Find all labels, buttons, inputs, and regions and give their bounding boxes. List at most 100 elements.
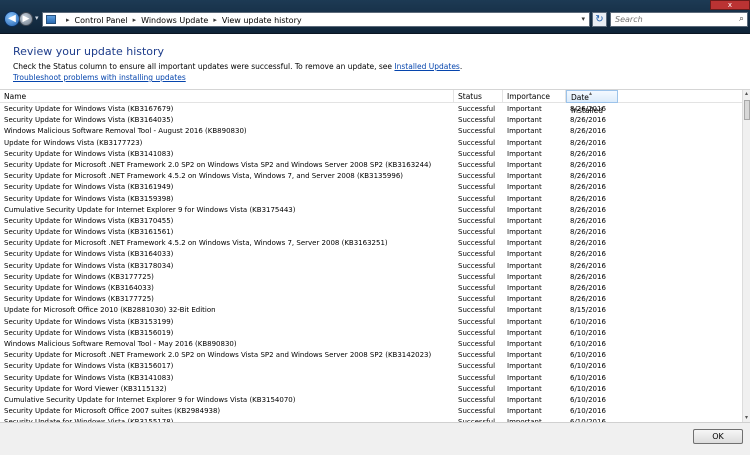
table-row[interactable]: Update for Microsoft Office 2010 (KB2881… [0,305,742,316]
address-bar[interactable]: ▸ Control Panel ▸ Windows Update ▸ View … [42,12,590,27]
table-row[interactable]: Security Update for Windows Vista (KB316… [0,115,742,126]
table-row[interactable]: Security Update for Microsoft .NET Frame… [0,238,742,249]
table-row[interactable]: Cumulative Security Update for Internet … [0,395,742,406]
breadcrumb-separator-icon[interactable]: ▸ [133,16,137,24]
table-row[interactable]: Security Update for Windows (KB3177725) S… [0,272,742,283]
column-header-importance[interactable]: Importance [503,90,566,103]
cell-status: Successful [458,250,496,259]
back-button[interactable]: ◀ [4,11,20,27]
breadcrumb-separator-icon[interactable]: ▸ [66,16,70,24]
cell-name: Security Update for Windows Vista (KB317… [4,261,174,270]
control-panel-icon [46,15,56,24]
table-row[interactable]: Security Update for Windows Vista (KB314… [0,149,742,160]
table-row[interactable]: Security Update for Windows Vista (KB316… [0,249,742,260]
search-icon[interactable]: ⌕ [739,14,744,24]
table-row[interactable]: Security Update for Windows Vista (KB317… [0,216,742,227]
table-row[interactable]: Security Update for Windows (KB3164033) S… [0,283,742,294]
table-row[interactable]: Security Update for Windows Vista (KB315… [0,328,742,339]
ok-button[interactable]: OK [693,429,743,444]
cell-status: Successful [458,216,496,225]
cell-importance: Important [507,116,542,125]
window-titlebar: x ◀ ▶ ▾ ▸ Control Panel ▸ Windows Update… [0,0,750,34]
column-header-date-installed[interactable]: Date Installed ▴ [566,90,618,115]
cell-importance: Important [507,138,542,147]
cell-date: 8/26/2016 [570,160,606,169]
close-window-button[interactable]: x [710,0,750,10]
page-description: Check the Status column to ensure all im… [13,62,462,71]
cell-importance: Important [507,216,542,225]
table-row[interactable]: Update for Windows Vista (KB3177723) Succ… [0,138,742,149]
cell-importance: Important [507,172,542,181]
cell-status: Successful [458,149,496,158]
cell-date: 8/26/2016 [570,149,606,158]
scroll-up-icon[interactable]: ▴ [743,90,750,99]
cell-date: 6/10/2016 [570,373,606,382]
table-row[interactable]: Security Update for Microsoft Office 200… [0,406,742,417]
cell-status: Successful [458,306,496,315]
scrollbar-thumb[interactable] [744,100,750,120]
search-box[interactable]: ⌕ [610,12,748,27]
refresh-icon: ↻ [595,14,604,25]
table-row[interactable]: Windows Malicious Software Removal Tool … [0,339,742,350]
search-input[interactable] [611,13,733,26]
table-row[interactable]: Windows Malicious Software Removal Tool … [0,126,742,137]
cell-name: Security Update for Word Viewer (KB31151… [4,384,167,393]
chevron-down-icon: ▾ [35,14,39,22]
table-row[interactable]: Security Update for Microsoft .NET Frame… [0,160,742,171]
cell-date: 8/26/2016 [570,239,606,248]
refresh-button[interactable]: ↻ [592,12,607,27]
cell-importance: Important [507,194,542,203]
vertical-scrollbar[interactable]: ▴ ▾ [742,90,750,422]
table-row[interactable]: Security Update for Windows Vista (KB317… [0,261,742,272]
recent-pages-dropdown[interactable]: ▾ [35,14,39,22]
table-row[interactable]: Security Update for Windows Vista (KB315… [0,194,742,205]
cell-date: 8/26/2016 [570,228,606,237]
cell-name: Security Update for Windows Vista (KB315… [4,317,174,326]
cell-status: Successful [458,351,496,360]
back-arrow-icon: ◀ [8,13,16,24]
cell-status: Successful [458,373,496,382]
cell-importance: Important [507,395,542,404]
breadcrumb-view-update-history[interactable]: View update history [222,16,302,25]
cell-date: 6/10/2016 [570,395,606,404]
cell-status: Successful [458,395,496,404]
cell-date: 8/26/2016 [570,261,606,270]
table-row[interactable]: Security Update for Windows (KB3177725) S… [0,294,742,305]
breadcrumb-separator-icon[interactable]: ▸ [213,16,217,24]
troubleshoot-link[interactable]: Troubleshoot problems with installing up… [13,73,186,82]
breadcrumb-windows-update[interactable]: Windows Update [141,16,208,25]
table-row[interactable]: Security Update for Windows Vista (KB315… [0,361,742,372]
cell-date: 8/26/2016 [570,205,606,214]
table-row[interactable]: Security Update for Windows Vista (KB316… [0,182,742,193]
cell-date: 6/10/2016 [570,339,606,348]
table-row[interactable]: Cumulative Security Update for Internet … [0,205,742,216]
table-row[interactable]: Security Update for Windows Vista (KB315… [0,317,742,328]
cell-name: Security Update for Windows (KB3177725) [4,272,154,281]
cell-importance: Important [507,127,542,136]
table-row[interactable]: Security Update for Windows Vista (KB314… [0,373,742,384]
column-header-status[interactable]: Status [454,90,503,103]
breadcrumb-control-panel[interactable]: Control Panel [75,16,128,25]
table-row[interactable]: Security Update for Microsoft .NET Frame… [0,350,742,361]
cell-importance: Important [507,373,542,382]
cell-date: 8/26/2016 [570,127,606,136]
cell-importance: Important [507,407,542,416]
cell-importance: Important [507,351,542,360]
installed-updates-link[interactable]: Installed Updates [394,62,459,71]
forward-button[interactable]: ▶ [19,12,33,26]
cell-status: Successful [458,172,496,181]
table-row[interactable]: Security Update for Windows Vista (KB316… [0,104,742,115]
table-row[interactable]: Security Update for Microsoft .NET Frame… [0,171,742,182]
cell-date: 8/26/2016 [570,105,606,113]
cell-date: 8/26/2016 [570,250,606,259]
cell-status: Successful [458,239,496,248]
column-header-name[interactable]: Name [0,90,454,103]
scroll-down-icon[interactable]: ▾ [743,414,750,422]
table-row[interactable]: Security Update for Windows Vista (KB316… [0,227,742,238]
cell-name: Update for Windows Vista (KB3177723) [4,138,143,147]
table-row[interactable]: Security Update for Word Viewer (KB31151… [0,384,742,395]
page-title: Review your update history [13,45,165,58]
chevron-down-icon[interactable]: ▾ [581,15,585,23]
cell-importance: Important [507,362,542,371]
cell-importance: Important [507,160,542,169]
